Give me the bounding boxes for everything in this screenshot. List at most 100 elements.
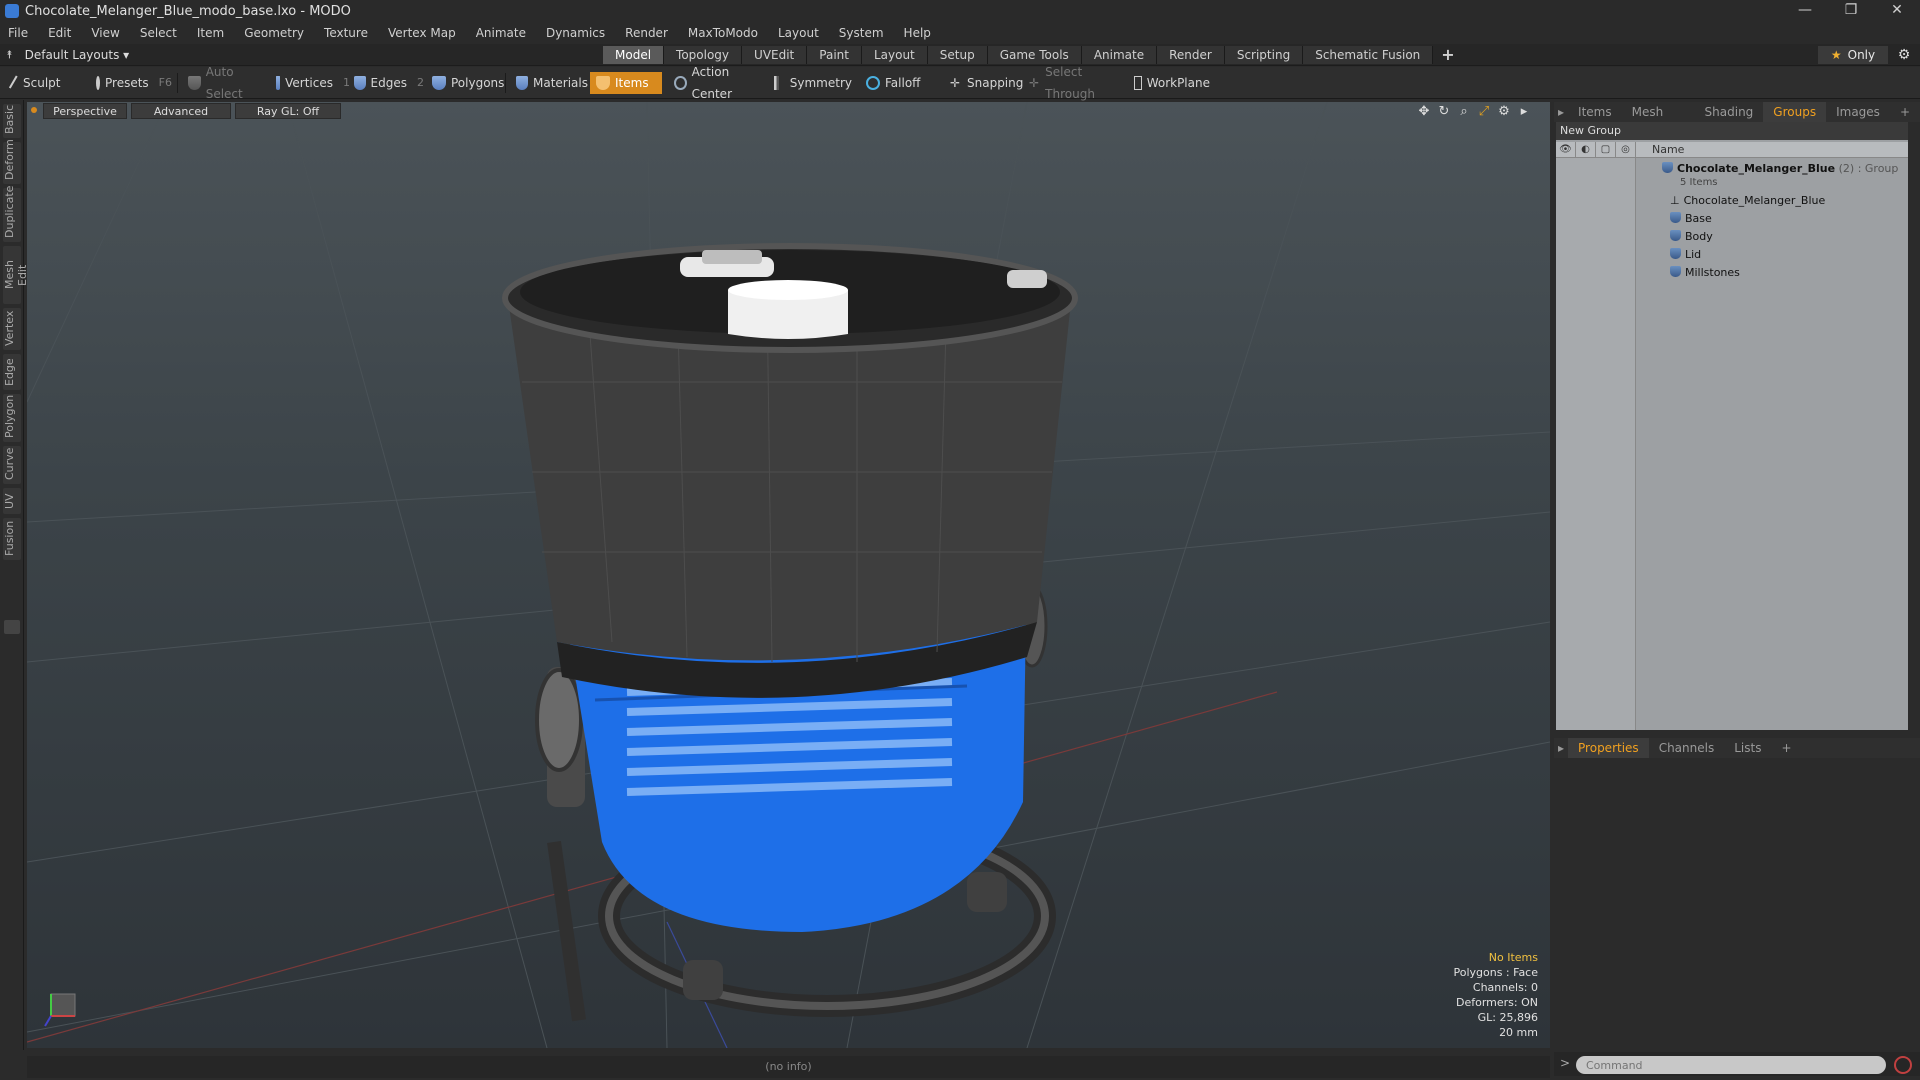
tab-lists[interactable]: Lists — [1724, 738, 1771, 758]
viewport-scene[interactable] — [27, 102, 1550, 1048]
menu-render[interactable]: Render — [625, 26, 668, 40]
tree-item-body[interactable]: Body — [1556, 228, 1908, 246]
auto-select-label: Auto Select — [205, 65, 243, 101]
tree-item-millstones[interactable]: Millstones — [1556, 264, 1908, 282]
tab-mesh-ops[interactable]: Mesh Ops — [1622, 102, 1695, 139]
lock-icon[interactable]: ▢ — [1596, 142, 1616, 157]
menu-system[interactable]: System — [839, 26, 884, 40]
menu-file[interactable]: File — [8, 26, 28, 40]
only-toggle[interactable]: ★ Only — [1818, 46, 1888, 64]
tab-setup[interactable]: Setup — [927, 46, 988, 64]
tree-item-base[interactable]: Base — [1556, 210, 1908, 228]
symmetry-button[interactable]: Symmetry — [770, 72, 852, 94]
select-through-button[interactable]: ✛ Select Through — [1024, 65, 1124, 101]
menu-geometry[interactable]: Geometry — [244, 26, 304, 40]
pan-icon[interactable]: ✥ — [1414, 104, 1434, 119]
close-button[interactable]: ✕ — [1874, 0, 1920, 22]
snapping-button[interactable]: ✛ Snapping — [944, 72, 1024, 94]
menu-maxtomodo[interactable]: MaxToModo — [688, 26, 758, 40]
3d-viewport[interactable]: Perspective Advanced Ray GL: Off ✥ ↻ ⌕ ⤢… — [27, 102, 1550, 1048]
add-panel-tab-button[interactable]: + — [1890, 102, 1920, 122]
tab-items[interactable]: Items — [1568, 102, 1622, 122]
menu-select[interactable]: Select — [140, 26, 177, 40]
info-no-items: No Items — [1488, 951, 1538, 964]
layout-dropdown[interactable]: ⯭ Default Layouts ▾ — [6, 46, 129, 64]
menu-animate[interactable]: Animate — [476, 26, 526, 40]
raygl-toggle[interactable]: Ray GL: Off — [235, 103, 341, 119]
tree-item-lid[interactable]: Lid — [1556, 246, 1908, 264]
edges-button[interactable]: Edges 2 — [350, 72, 424, 94]
add-tab-button[interactable]: + — [1433, 46, 1462, 64]
panel-toggle-icon[interactable] — [4, 620, 20, 634]
panel-menu-icon[interactable]: ▸ — [1554, 102, 1568, 122]
auto-select-button[interactable]: Auto Select — [184, 65, 268, 101]
vtab-polygon[interactable]: Polygon — [3, 394, 21, 442]
vtab-basic[interactable]: Basic — [3, 104, 21, 138]
viewport-header: Perspective Advanced Ray GL: Off ✥ ↻ ⌕ ⤢… — [27, 102, 1550, 120]
action-center-icon — [674, 76, 687, 90]
sculpt-button[interactable]: Sculpt — [8, 72, 88, 94]
groups-column-header: 👁 ◐ ▢ ◎ Name — [1556, 142, 1908, 158]
falloff-button[interactable]: Falloff — [862, 72, 942, 94]
melanger-lid[interactable] — [502, 243, 1078, 353]
menu-help[interactable]: Help — [904, 26, 931, 40]
tab-images[interactable]: Images — [1826, 102, 1890, 122]
menu-view[interactable]: View — [91, 26, 119, 40]
add-panel-tab-button[interactable]: + — [1771, 738, 1801, 758]
maximize-button[interactable]: ❐ — [1828, 0, 1874, 22]
vtab-duplicate[interactable]: Duplicate — [3, 186, 21, 242]
tree-item-label: Chocolate_Melanger_Blue — [1683, 194, 1826, 207]
lower-panel-tabs: ▸ Properties Channels Lists + — [1554, 738, 1920, 758]
vtab-mesh-edit[interactable]: Mesh Edit — [3, 246, 29, 304]
tree-item-locator[interactable]: ⊥ Chocolate_Melanger_Blue — [1556, 192, 1908, 210]
menu-item[interactable]: Item — [197, 26, 224, 40]
items-button[interactable]: Items — [590, 72, 662, 94]
tab-paint[interactable]: Paint — [807, 46, 862, 64]
vtab-curve[interactable]: Curve — [3, 446, 21, 484]
menu-dynamics[interactable]: Dynamics — [546, 26, 605, 40]
panel-menu-icon[interactable]: ▸ — [1554, 738, 1568, 758]
action-center-button[interactable]: Action Center — [670, 65, 762, 101]
zoom-icon[interactable]: ⌕ — [1454, 104, 1474, 119]
fit-icon[interactable]: ⤢ — [1474, 104, 1494, 119]
collapse-up-icon[interactable]: ⯭ — [6, 48, 13, 62]
viewport-menu-icon[interactable] — [31, 107, 37, 113]
view-mode-dropdown[interactable]: Perspective — [43, 103, 127, 119]
tab-scripting[interactable]: Scripting — [1224, 46, 1304, 64]
vtab-deform[interactable]: Deform — [3, 139, 21, 184]
tab-shading[interactable]: Shading — [1695, 102, 1764, 122]
materials-button[interactable]: Materials — [512, 72, 588, 94]
menu-layout[interactable]: Layout — [778, 26, 819, 40]
vertices-button[interactable]: Vertices 1 — [272, 72, 350, 94]
visibility-eye-icon[interactable]: 👁 — [1556, 142, 1576, 157]
presets-button[interactable]: Presets F6 — [92, 72, 172, 94]
polygons-button[interactable]: Polygons — [428, 72, 506, 94]
minimize-button[interactable]: — — [1782, 0, 1828, 22]
gear-icon[interactable]: ⚙ — [1896, 47, 1912, 63]
tab-model[interactable]: Model — [603, 46, 665, 64]
tab-groups[interactable]: Groups — [1763, 102, 1827, 122]
vtab-vertex[interactable]: Vertex — [3, 308, 21, 350]
right-panel-tabs: ▸ Items Mesh Ops Shading Groups Images + — [1554, 102, 1920, 139]
tab-layout[interactable]: Layout — [861, 46, 928, 64]
render-toggle-icon[interactable]: ◐ — [1576, 142, 1596, 157]
tab-render[interactable]: Render — [1157, 46, 1225, 64]
menu-vertex-map[interactable]: Vertex Map — [388, 26, 456, 40]
menu-texture[interactable]: Texture — [324, 26, 368, 40]
vtab-uv[interactable]: UV — [3, 488, 21, 514]
tab-channels[interactable]: Channels — [1649, 738, 1725, 758]
vtab-edge[interactable]: Edge — [3, 354, 21, 390]
expand-arrow-icon[interactable]: ▸ — [1514, 104, 1534, 119]
menu-edit[interactable]: Edit — [48, 26, 71, 40]
tab-schematic-fusion[interactable]: Schematic Fusion — [1303, 46, 1434, 64]
select-toggle-icon[interactable]: ◎ — [1616, 142, 1636, 157]
tab-properties[interactable]: Properties — [1568, 738, 1649, 758]
workplane-button[interactable]: WorkPlane — [1130, 72, 1210, 94]
vtab-fusion[interactable]: Fusion — [3, 518, 21, 560]
new-group-button[interactable]: New Group — [1556, 122, 1908, 140]
advanced-dropdown[interactable]: Advanced — [131, 103, 231, 119]
rotate-icon[interactable]: ↻ — [1434, 104, 1454, 119]
stop-icon[interactable] — [1894, 1056, 1912, 1074]
settings-icon[interactable]: ⚙ — [1494, 104, 1514, 119]
command-input[interactable] — [1576, 1056, 1886, 1074]
